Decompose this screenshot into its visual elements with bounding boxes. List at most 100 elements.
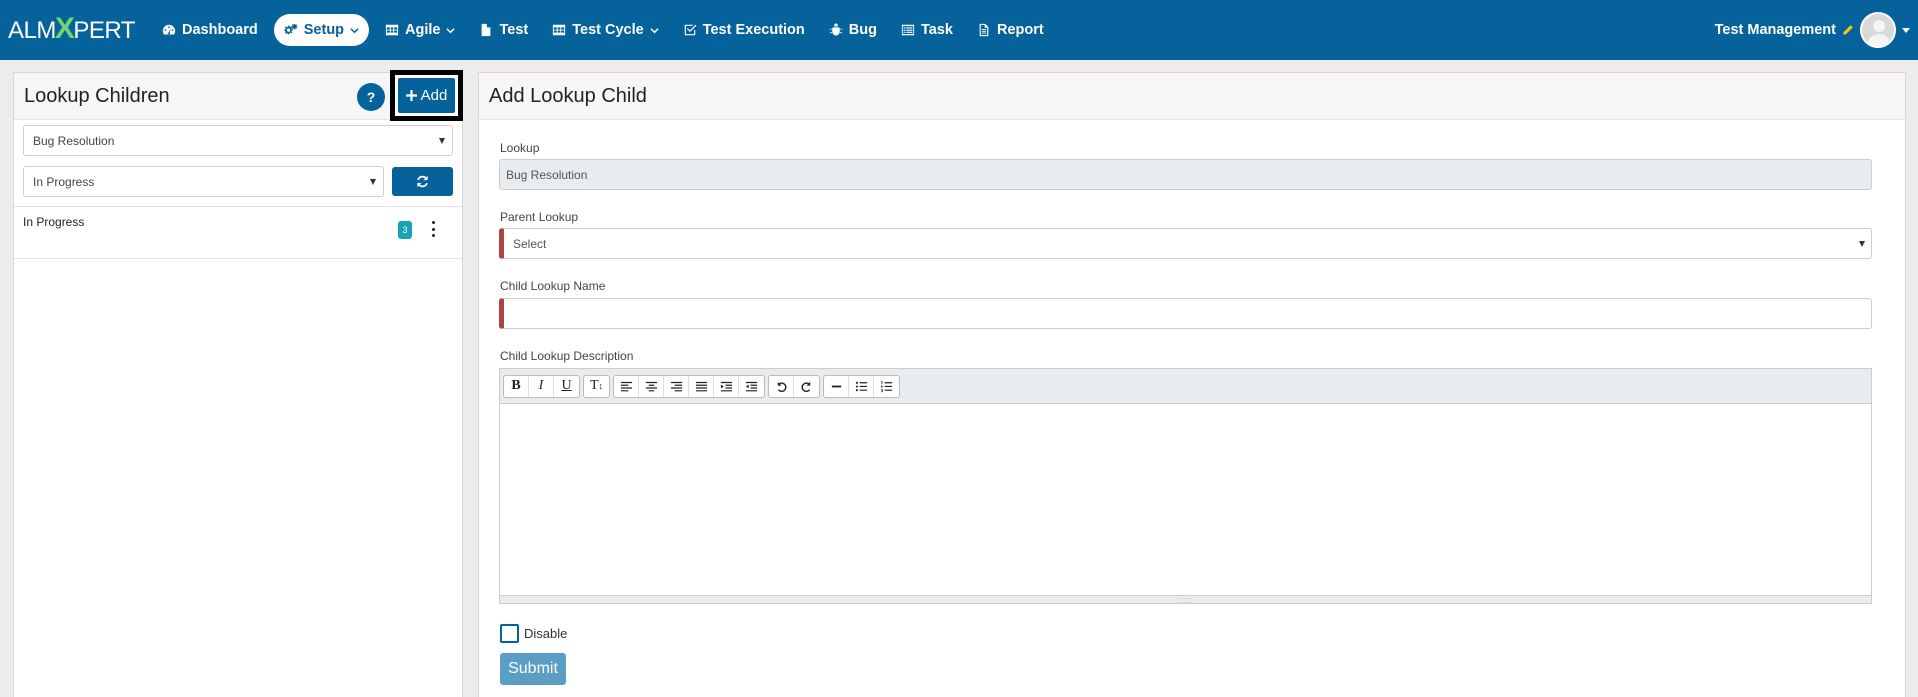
align-center-icon (645, 381, 657, 391)
bug-icon (829, 23, 842, 36)
caret-down-icon[interactable] (1902, 27, 1910, 33)
submit-button-label: Submit (508, 660, 558, 677)
dropdown-arrow-icon (370, 179, 376, 185)
underline-button[interactable]: U (554, 376, 579, 397)
bullet-list-button[interactable] (849, 375, 874, 397)
undo-icon (777, 381, 787, 392)
nav-report[interactable]: Report (965, 14, 1056, 46)
indent-button[interactable] (714, 375, 739, 397)
parent-lookup-select[interactable]: Select (499, 228, 1872, 259)
question-icon: ? (366, 89, 376, 105)
nav-test-label: Test (499, 22, 529, 38)
help-button[interactable]: ? (357, 83, 385, 111)
align-left-icon (620, 381, 632, 391)
avatar[interactable] (1860, 12, 1896, 48)
horizontal-rule-icon (831, 385, 841, 387)
justify-button[interactable] (689, 375, 714, 397)
list-item-label: In Progress (23, 215, 85, 229)
check-square-icon (684, 24, 697, 36)
logo-text-alm: ALM (8, 17, 56, 44)
add-button-highlight: Add (390, 70, 463, 121)
disable-checkbox[interactable] (500, 624, 519, 643)
align-center-button[interactable] (639, 375, 664, 397)
nav-bug-label: Bug (848, 22, 877, 38)
project-name: Test Management (1714, 22, 1836, 38)
redo-button[interactable] (794, 376, 819, 397)
history-group (768, 374, 820, 398)
italic-button[interactable]: I (529, 375, 554, 397)
status-select-value: In Progress (33, 174, 95, 189)
nav-setup[interactable]: Setup (273, 14, 370, 46)
dropdown-arrow-icon (1859, 241, 1865, 247)
numbered-list-button[interactable] (874, 376, 899, 397)
font-size-button[interactable]: T ↕ (584, 376, 609, 397)
justify-icon (695, 381, 707, 391)
lookup-select-value: Bug Resolution (33, 133, 115, 148)
nav-dashboard[interactable]: Dashboard (150, 14, 270, 46)
indent-icon (720, 381, 732, 391)
dashboard-icon (162, 24, 176, 35)
lookup-children-panel: Lookup Children ? Add Bug Resolution In … (13, 70, 463, 697)
count-badge: 3 (398, 221, 412, 239)
nav-test-cycle[interactable]: Test Cycle (540, 14, 670, 46)
nav-dashboard-label: Dashboard (182, 22, 258, 38)
count-badge-value: 3 (402, 225, 408, 235)
dropdown-arrow-icon (439, 138, 445, 144)
outdent-button[interactable] (739, 376, 764, 397)
horizontal-rule-button[interactable] (824, 375, 849, 397)
disable-label: Disable (524, 626, 568, 641)
panel-title: Add Lookup Child (489, 84, 647, 107)
redo-icon (801, 381, 811, 392)
table-icon (553, 24, 566, 36)
undo-button[interactable] (769, 375, 794, 397)
add-lookup-child-header: Add Lookup Child (479, 73, 1905, 120)
format-group: B I U (503, 374, 580, 398)
plus-icon (405, 90, 417, 101)
cogs-icon (284, 23, 298, 35)
refresh-button[interactable] (392, 167, 453, 196)
file-icon (482, 23, 491, 37)
list-alt-icon (901, 24, 915, 36)
nav-bug[interactable]: Bug (817, 14, 889, 46)
refresh-icon (417, 175, 428, 188)
list-item[interactable]: In Progress 3 (14, 207, 462, 259)
align-right-icon (670, 381, 682, 391)
kebab-menu-icon[interactable] (430, 221, 436, 237)
bullet-list-icon (855, 381, 867, 391)
nav-test-execution-label: Test Execution (702, 22, 805, 38)
nav-test-cycle-label: Test Cycle (572, 22, 644, 38)
bold-button[interactable]: B (504, 375, 529, 397)
parent-lookup-value: Select (513, 236, 547, 251)
app-logo[interactable]: ALM X PERT (8, 12, 135, 48)
editor-resize-handle[interactable]: .......... (500, 594, 1871, 605)
nav-test-execution[interactable]: Test Execution (671, 14, 817, 46)
nav-agile-label: Agile (405, 22, 441, 38)
submit-button[interactable]: Submit (500, 653, 566, 685)
chevron-down-icon (350, 27, 359, 33)
lookup-select[interactable]: Bug Resolution (23, 125, 453, 156)
chevron-down-icon (650, 27, 659, 33)
user-menu[interactable]: Test Management (1715, 12, 1910, 48)
alignment-group (613, 374, 765, 398)
add-button-label: Add (420, 87, 448, 104)
insert-group (823, 374, 900, 398)
lookup-field-value: Bug Resolution (506, 167, 588, 182)
top-navbar: ALM X PERT Dashboard Setup Agile Test Test… (0, 0, 1918, 60)
nav-test[interactable]: Test (467, 14, 540, 46)
description-editor-area[interactable] (500, 404, 1871, 595)
editor-toolbar: B I U T ↕ (500, 369, 1871, 404)
align-right-button[interactable] (664, 375, 689, 397)
logo-text-pert: PERT (73, 17, 135, 44)
child-lookup-name-input[interactable] (499, 298, 1872, 329)
chevron-down-icon (446, 27, 456, 33)
file-text-icon (979, 23, 989, 37)
nav-task-label: Task (920, 22, 953, 38)
status-select[interactable]: In Progress (23, 166, 384, 197)
align-left-button[interactable] (614, 375, 639, 397)
nav-task[interactable]: Task (889, 14, 965, 46)
font-size-group: T ↕ (583, 374, 610, 398)
pencil-icon[interactable] (1842, 24, 1854, 36)
numbered-list-icon (880, 380, 893, 392)
nav-agile[interactable]: Agile (373, 14, 467, 46)
add-button[interactable]: Add (398, 78, 455, 113)
